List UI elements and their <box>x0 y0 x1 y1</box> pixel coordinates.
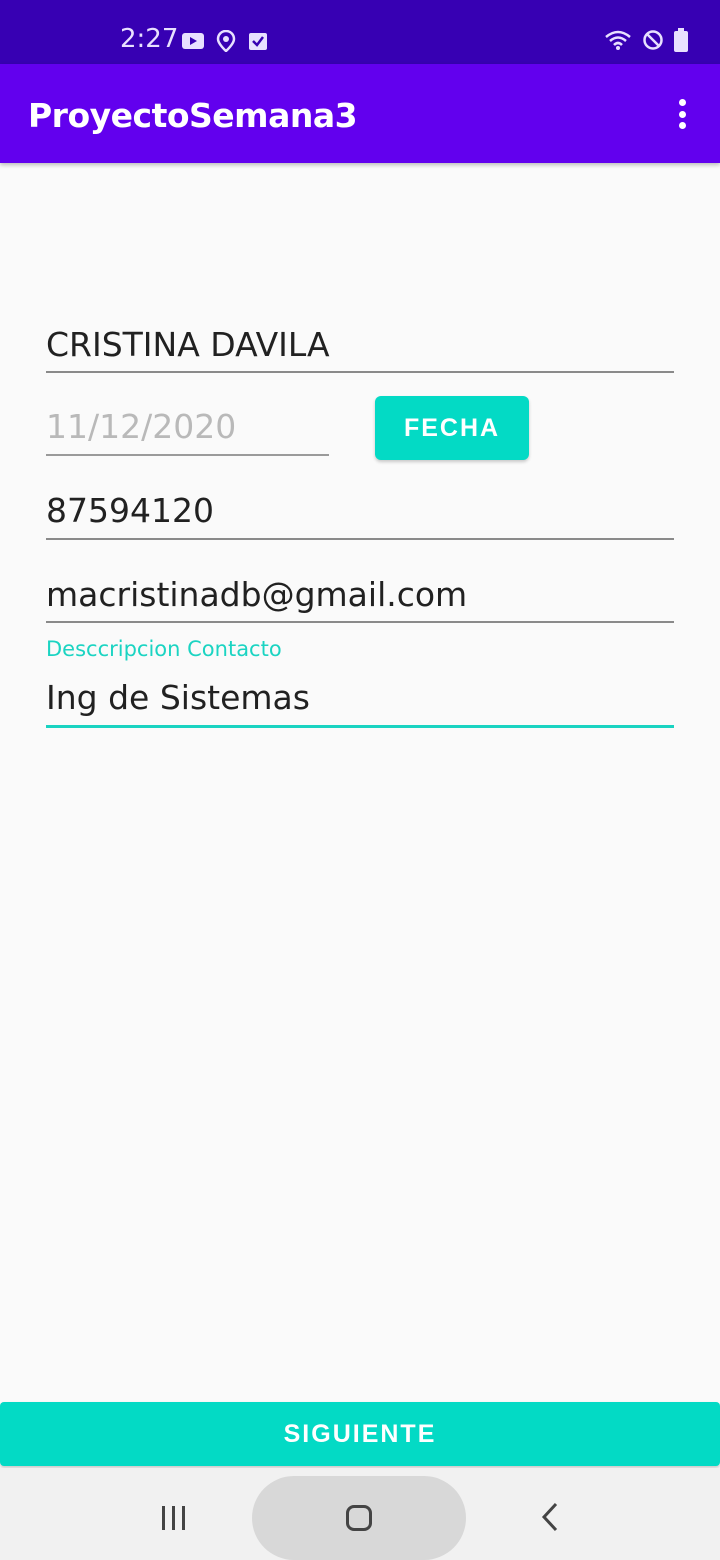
more-vert-icon[interactable] <box>668 94 696 134</box>
email-field[interactable]: macristinadb@gmail.com <box>46 575 674 623</box>
back-icon[interactable] <box>540 1502 560 1532</box>
date-field[interactable]: 11/12/2020 <box>46 407 329 456</box>
description-field[interactable]: Ing de Sistemas <box>46 678 674 728</box>
youtube-icon <box>182 33 204 49</box>
description-label: Desccripcion Contacto <box>46 637 282 661</box>
location-icon <box>216 30 236 52</box>
status-icons-left <box>182 30 268 52</box>
fecha-button[interactable]: FECHA <box>375 396 529 460</box>
name-field[interactable]: CRISTINA DAVILA <box>46 325 674 373</box>
navigation-bar <box>0 1468 720 1560</box>
phone-field[interactable]: 87594120 <box>46 491 674 540</box>
recent-apps-icon[interactable] <box>162 1506 185 1530</box>
siguiente-button[interactable]: SIGUIENTE <box>0 1402 720 1466</box>
wifi-icon <box>605 30 631 50</box>
status-icons-right <box>604 28 688 52</box>
app-bar: ProyectoSemana3 <box>0 64 720 163</box>
status-time: 2:27 <box>120 24 179 54</box>
status-bar: 2:27 <box>0 0 720 64</box>
home-icon[interactable] <box>252 1476 466 1560</box>
block-icon <box>643 30 663 50</box>
battery-icon <box>674 28 688 52</box>
app-title: ProyectoSemana3 <box>28 96 358 135</box>
task-icon <box>249 33 267 50</box>
